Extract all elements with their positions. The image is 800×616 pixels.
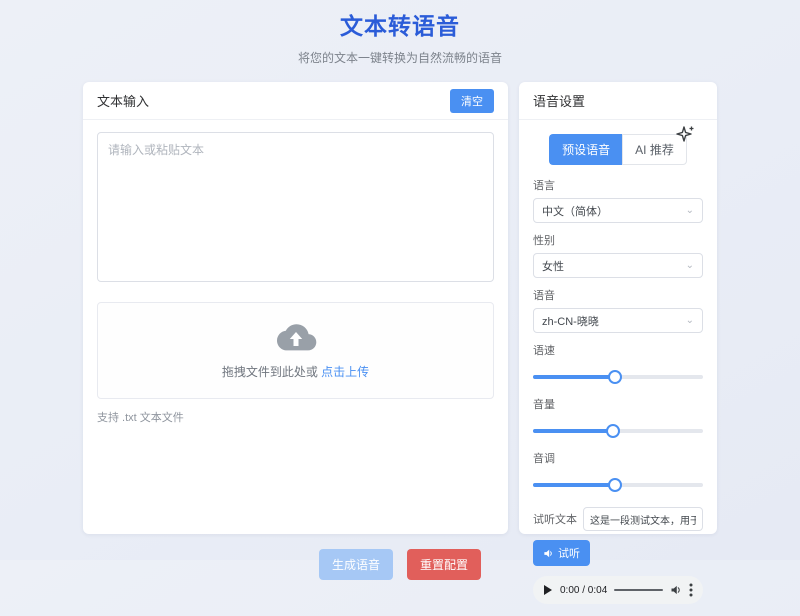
tab-preset-voice[interactable]: 预设语音 xyxy=(549,134,623,165)
text-input-textarea[interactable] xyxy=(97,132,494,282)
speaker-icon xyxy=(544,549,552,557)
voice-settings-title: 语音设置 xyxy=(533,94,586,109)
page-title: 文本转语音 xyxy=(340,13,460,39)
cloud-upload-icon xyxy=(275,321,317,353)
audio-player: 0:00 / 0:04 xyxy=(533,576,703,604)
slider-thumb[interactable] xyxy=(605,424,620,438)
gender-value: 女性 xyxy=(542,260,564,273)
text-input-panel: 文本输入 清空 拖拽文件到此处或 点击上传 支持 .txt 文本文件 xyxy=(83,82,508,534)
audio-menu-icon[interactable] xyxy=(689,583,693,597)
language-value: 中文（简体） xyxy=(542,205,608,218)
slider-fill xyxy=(533,375,615,379)
gender-field: 性别 女性 ⌄ xyxy=(533,232,703,278)
page-subtitle: 将您的文本一键转换为自然流畅的语音 xyxy=(297,51,502,65)
preview-text-label: 试听文本 xyxy=(533,514,577,526)
volume-label: 音量 xyxy=(533,399,555,411)
tab-ai-recommend[interactable]: AI 推荐 xyxy=(622,126,694,165)
audio-seek-bar[interactable] xyxy=(614,589,663,591)
page-header: 文本转语音 将您的文本一键转换为自然流畅的语音 xyxy=(0,0,800,66)
language-label: 语言 xyxy=(533,180,555,192)
slider-fill xyxy=(533,483,615,487)
language-select[interactable]: 中文（简体） ⌄ xyxy=(533,198,703,223)
listen-button-label: 试听 xyxy=(558,548,580,560)
tab-ai-recommend-label: AI 推荐 xyxy=(635,143,674,157)
sparkle-icon xyxy=(674,124,696,146)
text-input-panel-title: 文本输入 xyxy=(97,94,150,109)
voice-select[interactable]: zh-CN-晓晓 ⌄ xyxy=(533,308,703,333)
listen-button[interactable]: 试听 xyxy=(533,540,590,566)
voice-settings-panel: 语音设置 预设语音 AI 推荐 语言 中文（简体） ⌄ 性别 女性 ⌄ 语音 z… xyxy=(519,82,717,604)
preview-text-input[interactable] xyxy=(583,507,703,531)
generate-speech-button[interactable]: 生成语音 xyxy=(318,549,393,580)
file-upload-dropzone[interactable]: 拖拽文件到此处或 点击上传 xyxy=(97,302,494,399)
main-content: 文本输入 清空 拖拽文件到此处或 点击上传 支持 .txt 文本文件 xyxy=(83,82,717,604)
pitch-slider[interactable] xyxy=(533,478,703,492)
upload-hint: 支持 .txt 文本文件 xyxy=(97,412,184,424)
clear-button[interactable]: 清空 xyxy=(450,88,494,113)
text-input-panel-body: 拖拽文件到此处或 点击上传 支持 .txt 文本文件 xyxy=(83,120,508,534)
chevron-down-icon: ⌄ xyxy=(685,204,694,216)
audio-volume-icon[interactable] xyxy=(670,584,682,596)
audio-time: 0:00 / 0:04 xyxy=(560,584,608,596)
gender-label: 性别 xyxy=(533,235,555,247)
voice-field: 语音 zh-CN-晓晓 ⌄ xyxy=(533,287,703,333)
text-input-panel-header: 文本输入 清空 xyxy=(83,82,508,120)
preview-text-row: 试听文本 xyxy=(533,507,703,531)
audio-play-button[interactable] xyxy=(543,585,553,595)
voice-settings-header: 语音设置 xyxy=(519,82,717,120)
speed-label: 语速 xyxy=(533,345,555,357)
voice-mode-tabs: 预设语音 AI 推荐 xyxy=(533,126,703,165)
speed-slider-group: 语速 xyxy=(533,342,703,384)
voice-settings-body: 预设语音 AI 推荐 语言 中文（简体） ⌄ 性别 女性 ⌄ 语音 zh-CN-… xyxy=(519,120,717,616)
chevron-down-icon: ⌄ xyxy=(685,314,694,326)
upload-drag-text: 拖拽文件到此处或 xyxy=(221,365,318,379)
upload-instruction: 拖拽文件到此处或 点击上传 xyxy=(222,363,369,380)
reset-config-button[interactable]: 重置配置 xyxy=(407,549,482,580)
speed-slider[interactable] xyxy=(533,370,703,384)
chevron-down-icon: ⌄ xyxy=(685,259,694,271)
slider-thumb[interactable] xyxy=(607,370,622,384)
pitch-label: 音调 xyxy=(533,453,555,465)
voice-label: 语音 xyxy=(533,290,555,302)
volume-slider-group: 音量 xyxy=(533,396,703,438)
pitch-slider-group: 音调 xyxy=(533,450,703,492)
slider-fill xyxy=(533,429,613,433)
volume-slider[interactable] xyxy=(533,424,703,438)
voice-value: zh-CN-晓晓 xyxy=(542,315,599,328)
gender-select[interactable]: 女性 ⌄ xyxy=(533,253,703,278)
language-field: 语言 中文（简体） ⌄ xyxy=(533,177,703,223)
upload-click-link[interactable]: 点击上传 xyxy=(321,365,369,379)
slider-thumb[interactable] xyxy=(607,478,622,492)
